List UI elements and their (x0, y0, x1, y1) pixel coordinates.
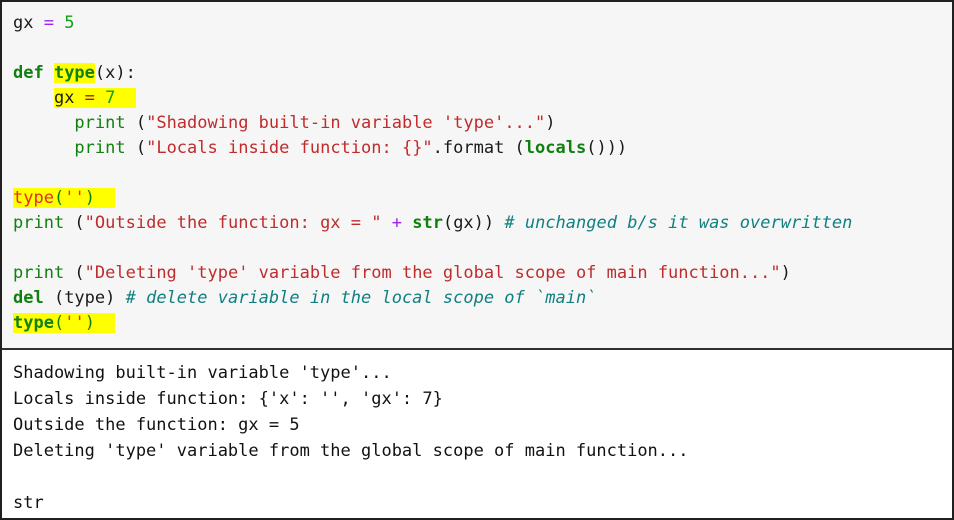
code-token: print (13, 213, 65, 233)
code-token: = (43, 13, 54, 33)
highlighted-token (94, 88, 106, 108)
highlighted-token: type (13, 313, 54, 333)
code-token: print (13, 263, 65, 283)
highlighted-token: '' (64, 188, 85, 208)
highlighted-token: type (13, 188, 54, 208)
code-line[interactable]: print ("Deleting 'type' variable from th… (2, 261, 952, 286)
code-token: ( (125, 138, 147, 158)
output-line: Shadowing built-in variable 'type'... (13, 363, 392, 383)
code-token: # unchanged b/s it was overwritten (504, 213, 853, 233)
code-screenshot: gx = 5 def type(x): gx = 7 print ("Shado… (0, 0, 954, 520)
output-line: Outside the function: gx = 5 (13, 415, 300, 435)
code-token: ( (64, 263, 85, 283)
code-token: "Outside the function: gx = " (84, 213, 382, 233)
code-line[interactable] (2, 161, 952, 186)
code-line-list: gx = 5 def type(x): gx = 7 print ("Shado… (2, 11, 952, 336)
code-line[interactable]: del (type) # delete variable in the loca… (2, 286, 952, 311)
code-token: ( (64, 213, 85, 233)
code-token: 5 (64, 13, 75, 33)
highlighted-token: ) (84, 188, 95, 208)
highlighted-token (115, 88, 136, 108)
code-line[interactable]: type('') (2, 186, 952, 211)
code-token: print (74, 138, 126, 158)
code-token: "Shadowing built-in variable 'type'..." (146, 113, 546, 133)
code-token: gx (13, 13, 44, 33)
code-token: del (13, 288, 44, 308)
highlighted-token: ) (84, 313, 95, 333)
code-token: str (412, 213, 443, 233)
code-token: "Locals inside function: {}" (146, 138, 433, 158)
highlighted-token: type (53, 63, 95, 83)
code-line[interactable]: print ("Locals inside function: {}".form… (2, 136, 952, 161)
code-editor-panel[interactable]: gx = 5 def type(x): gx = 7 print ("Shado… (2, 2, 952, 350)
code-line[interactable] (2, 236, 952, 261)
highlighted-token (94, 313, 116, 333)
highlighted-token: 7 (105, 88, 116, 108)
code-token: + (391, 213, 402, 233)
output-line: Deleting 'type' variable from the global… (13, 441, 689, 461)
code-line[interactable]: def type(x): (2, 61, 952, 86)
code-token: "Deleting 'type' variable from the globa… (84, 263, 781, 283)
code-token: def (13, 63, 54, 83)
highlighted-token: ( (53, 188, 65, 208)
code-line[interactable]: print ("Shadowing built-in variable 'typ… (2, 111, 952, 136)
code-token: (gx)) (442, 213, 505, 233)
code-token: ( (125, 113, 147, 133)
code-token: (x): (94, 63, 136, 83)
code-token: ) (780, 263, 791, 283)
code-token: ())) (586, 138, 628, 158)
code-line[interactable] (2, 36, 952, 61)
highlighted-token: = (84, 88, 95, 108)
output-console-panel[interactable]: Shadowing built-in variable 'type'... Loc… (2, 350, 952, 518)
output-line: Locals inside function: {'x': '', 'gx': … (13, 389, 443, 409)
output-line-list: Shadowing built-in variable 'type'... Loc… (2, 360, 952, 516)
code-token: # delete variable in the local scope of … (125, 288, 597, 308)
highlighted-token (94, 188, 116, 208)
code-token: .format ( (432, 138, 525, 158)
code-line[interactable]: gx = 7 (2, 86, 952, 111)
code-token: (type) (43, 288, 126, 308)
code-line[interactable]: type('') (2, 311, 952, 336)
code-line[interactable]: print ("Outside the function: gx = " + s… (2, 211, 952, 236)
highlighted-token: '' (64, 313, 85, 333)
highlighted-token: ( (53, 313, 65, 333)
output-line: str (13, 493, 44, 513)
code-token: print (74, 113, 126, 133)
code-token: ) (545, 113, 556, 133)
code-line[interactable]: gx = 5 (2, 11, 952, 36)
code-token: locals (524, 138, 587, 158)
highlighted-token: gx (53, 88, 85, 108)
